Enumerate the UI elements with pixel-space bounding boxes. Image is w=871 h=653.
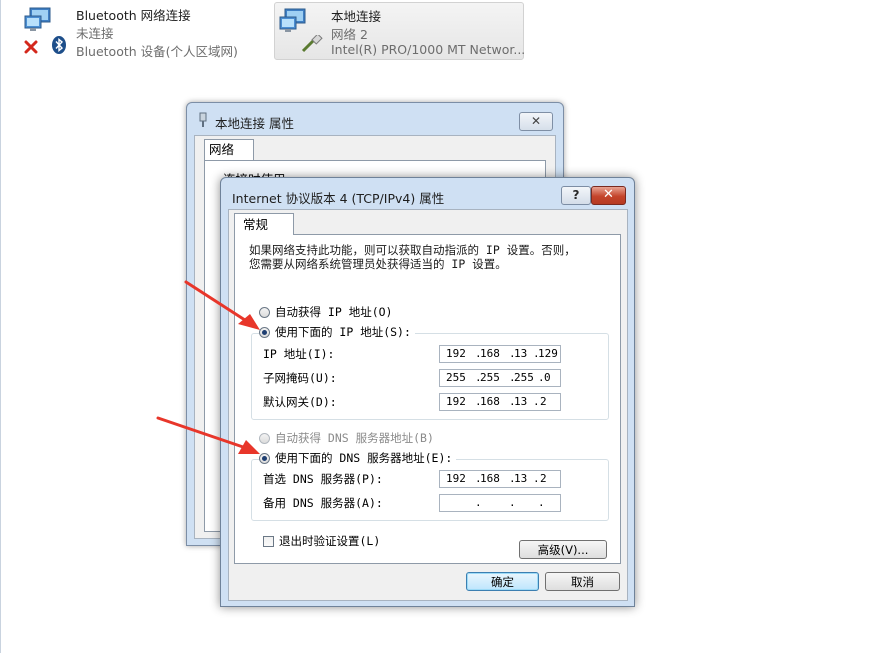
description-line-2: 您需要从网络系统管理员处获得适当的 IP 设置。: [249, 257, 507, 271]
description-text: 如果网络支持此功能，则可以获取自动指派的 IP 设置。否则， 您需要从网络系统管…: [249, 243, 599, 271]
ipv4-properties-dialog: Internet 协议版本 4 (TCP/IPv4) 属性 ? ✕ 常规 如果网…: [220, 177, 635, 607]
dialog-body: 常规 如果网络支持此功能，则可以获取自动指派的 IP 设置。否则， 您需要从网络…: [228, 209, 628, 601]
ip-address-label: IP 地址(I):: [263, 347, 335, 361]
adapter-name: Bluetooth 网络连接: [76, 8, 191, 23]
octet-3: 13: [514, 347, 528, 360]
alternate-dns-label: 备用 DNS 服务器(A):: [263, 496, 383, 510]
octet-2: 255: [480, 371, 500, 384]
octet-1: 192: [446, 347, 466, 360]
left-edge-line: [0, 0, 1, 653]
dialog-title: 本地连接 属性: [215, 116, 294, 131]
checkbox-unchecked-icon: [263, 535, 274, 547]
octet-3: 255: [514, 371, 534, 384]
network-computer-icon: [24, 7, 51, 31]
dot-sep: .: [509, 496, 516, 509]
advanced-button[interactable]: 高级(V)...: [519, 540, 607, 559]
close-button[interactable]: ✕: [591, 186, 626, 205]
octet-2: 168: [480, 472, 500, 485]
general-tab-panel: 如果网络支持此功能，则可以获取自动指派的 IP 设置。否则， 您需要从网络系统管…: [234, 234, 621, 564]
subnet-mask-label: 子网掩码(U):: [263, 371, 337, 385]
validate-on-exit-checkbox[interactable]: 退出时验证设置(L): [263, 533, 380, 549]
octet-4: 0: [544, 371, 551, 384]
dot-sep: .: [533, 472, 540, 485]
annotation-arrow-icon: [156, 416, 260, 454]
adapter-local-connection[interactable]: 本地连接 网络 2 Intel(R) PRO/1000 MT Networ...: [274, 2, 526, 60]
octet-3: 13: [514, 395, 528, 408]
tab-general[interactable]: 常规: [234, 213, 294, 235]
octet-1: 255: [446, 371, 466, 384]
dot-sep: .: [475, 496, 482, 509]
network-computer-icon: [279, 8, 306, 32]
octet-1: 192: [446, 472, 466, 485]
octet-2: 168: [480, 347, 500, 360]
adapter-device: Intel(R) PRO/1000 MT Networ...: [331, 42, 526, 57]
gateway-label: 默认网关(D):: [263, 395, 337, 409]
auto-ip-label: 自动获得 IP 地址(O): [275, 305, 393, 319]
manual-dns-label: 使用下面的 DNS 服务器地址(E):: [275, 451, 453, 465]
octet-2: 168: [480, 395, 500, 408]
auto-ip-radio[interactable]: 自动获得 IP 地址(O): [259, 304, 392, 320]
octet-4: 129: [538, 347, 558, 360]
adapter-name: 本地连接: [331, 9, 382, 24]
cancel-button[interactable]: 取消: [545, 572, 620, 591]
ip-address-field[interactable]: 192 . 168 . 13 . 129: [439, 345, 561, 363]
alternate-dns-field[interactable]: . . .: [439, 494, 561, 512]
close-button[interactable]: ✕: [519, 112, 553, 131]
adapter-device: Bluetooth 设备(个人区域网): [76, 44, 238, 59]
network-cable-icon: [301, 35, 323, 53]
tab-network[interactable]: 网络: [204, 139, 254, 160]
dot-sep: .: [538, 496, 545, 509]
gateway-field[interactable]: 192 . 168 . 13 . 2: [439, 393, 561, 411]
octet-4: 2: [540, 472, 547, 485]
manual-ip-radio[interactable]: 使用下面的 IP 地址(S):: [259, 324, 415, 340]
octet-4: 2: [540, 395, 547, 408]
manual-dns-radio[interactable]: 使用下面的 DNS 服务器地址(E):: [259, 450, 457, 466]
adapter-status: 未连接: [76, 26, 114, 41]
help-button[interactable]: ?: [561, 186, 591, 205]
subnet-mask-field[interactable]: 255 . 255 . 255 . 0: [439, 369, 561, 387]
octet-3: 13: [514, 472, 528, 485]
auto-dns-radio[interactable]: 自动获得 DNS 服务器地址(B): [259, 430, 434, 446]
validate-label: 退出时验证设置(L): [279, 534, 381, 548]
disconnected-x-icon: [24, 40, 38, 54]
network-plug-icon: [199, 112, 207, 127]
octet-1: 192: [446, 395, 466, 408]
preferred-dns-field[interactable]: 192 . 168 . 13 . 2: [439, 470, 561, 488]
manual-ip-label: 使用下面的 IP 地址(S):: [275, 325, 411, 339]
annotation-arrow-icon: [184, 280, 260, 330]
description-line-1: 如果网络支持此功能，则可以获取自动指派的 IP 设置。否则，: [249, 243, 576, 257]
preferred-dns-label: 首选 DNS 服务器(P):: [263, 472, 383, 486]
ok-button[interactable]: 确定: [466, 572, 539, 591]
dot-sep: .: [533, 395, 540, 408]
auto-dns-label: 自动获得 DNS 服务器地址(B): [275, 431, 434, 445]
bluetooth-icon: [52, 36, 66, 54]
adapter-bluetooth[interactable]: Bluetooth 网络连接 未连接 Bluetooth 设备(个人区域网): [20, 2, 250, 59]
dialog-title: Internet 协议版本 4 (TCP/IPv4) 属性: [232, 191, 445, 206]
adapter-status: 网络 2: [331, 27, 368, 42]
